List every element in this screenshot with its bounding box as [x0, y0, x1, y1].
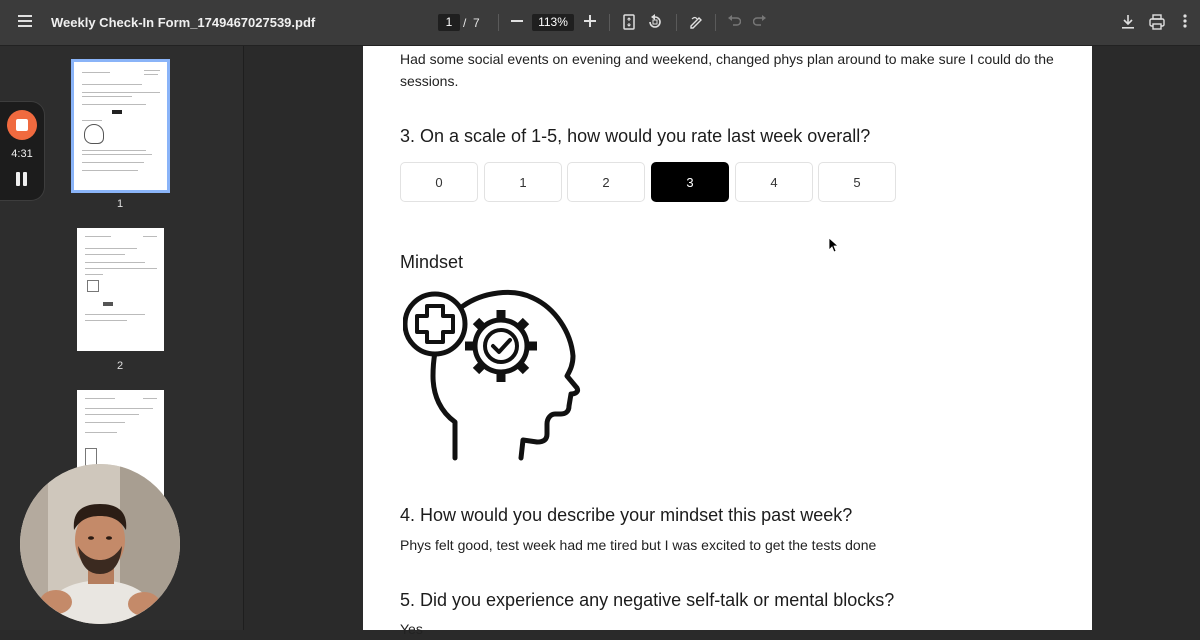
stop-record-icon[interactable]: [7, 110, 37, 140]
mindset-head-gear-icon: [403, 290, 580, 461]
page-number-input[interactable]: 1: [438, 14, 460, 31]
rotate-icon[interactable]: [647, 14, 663, 33]
divider: [676, 14, 677, 31]
mouse-cursor-icon: [828, 237, 838, 253]
thumbnail-label: 2: [117, 360, 124, 372]
divider: [498, 14, 499, 31]
thumb-line: [85, 320, 127, 321]
thumb-line: [85, 432, 117, 433]
pdf-toolbar: Weekly Check-In Form_1749467027539.pdf 1…: [0, 0, 1200, 46]
plus-icon[interactable]: [584, 15, 596, 30]
question-4: 4. How would you describe your mindset t…: [400, 505, 853, 525]
minus-icon[interactable]: [511, 15, 523, 30]
thumb-line: [82, 92, 160, 93]
thumb-line: [143, 398, 157, 399]
thumb-line: [82, 104, 146, 105]
rating-option-1[interactable]: 1: [484, 162, 562, 202]
thumb-mindset-image: [84, 124, 104, 144]
thumb-line: [82, 154, 152, 155]
thumb-line: [82, 84, 142, 85]
thumb-selected-rating: [112, 110, 122, 114]
thumb-line: [82, 96, 132, 97]
answer-5-text: Yes: [400, 621, 423, 637]
thumb-line: [82, 120, 102, 121]
thumb-line: [85, 268, 157, 269]
section-heading-mindset: Mindset: [400, 252, 464, 272]
thumbnail-label: 1: [117, 198, 124, 210]
document-title: Weekly Check-In Form_1749467027539.pdf: [51, 15, 316, 30]
question-5: 5. Did you experience any negative self-…: [400, 590, 895, 610]
answer-2-text: Had some social events on evening and we…: [400, 51, 1054, 89]
pdf-page: Had some social events on evening and we…: [363, 46, 1092, 637]
rating-option-5[interactable]: 5: [818, 162, 896, 202]
thumb-line: [85, 414, 139, 415]
thumb-line: [85, 422, 125, 423]
rating-option-2[interactable]: 2: [567, 162, 645, 202]
undo-icon[interactable]: [727, 15, 742, 30]
more-vertical-icon[interactable]: [1183, 14, 1187, 31]
thumb-line: [85, 398, 115, 399]
annotate-pen-icon[interactable]: [689, 14, 705, 33]
thumb-line: [85, 254, 125, 255]
thumb-line: [144, 74, 158, 75]
thumb-line: [82, 162, 144, 163]
screen-recorder-widget: 4:31: [0, 101, 45, 201]
webcam-person: [20, 464, 180, 624]
redo-icon[interactable]: [752, 15, 767, 30]
page-total: / 7: [463, 16, 480, 30]
rating-option-4[interactable]: 4: [735, 162, 813, 202]
divider: [609, 14, 610, 31]
thumb-line: [82, 150, 146, 151]
thumb-line: [143, 236, 157, 237]
thumb-line: [82, 170, 138, 171]
thumb-line: [85, 274, 103, 275]
rating-option-0[interactable]: 0: [400, 162, 478, 202]
zoom-level-input[interactable]: 113%: [532, 14, 574, 31]
rating-option-3-selected[interactable]: 3: [651, 162, 729, 202]
fit-page-icon[interactable]: [623, 14, 635, 33]
question-3: 3. On a scale of 1-5, how would you rate…: [400, 126, 871, 146]
thumb-line: [85, 248, 137, 249]
thumb-selected-rating: [103, 302, 113, 306]
thumb-image: [87, 280, 99, 292]
divider: [715, 14, 716, 31]
page-thumbnail-2[interactable]: [77, 228, 164, 351]
page-separator: /: [463, 16, 467, 30]
thumb-line: [85, 314, 145, 315]
page-thumbnail-1[interactable]: [71, 59, 170, 193]
total-pages: 7: [473, 16, 480, 30]
thumb-line: [85, 236, 111, 237]
pause-icon[interactable]: [16, 172, 28, 186]
thumb-line: [85, 262, 145, 263]
download-icon[interactable]: [1121, 14, 1135, 33]
thumb-line: [82, 72, 110, 73]
hamburger-menu-icon[interactable]: [18, 15, 32, 30]
recording-timer: 4:31: [11, 148, 33, 160]
answer-4-text: Phys felt good, test week had me tired b…: [400, 537, 877, 553]
thumb-line: [85, 408, 153, 409]
print-icon[interactable]: [1149, 14, 1165, 33]
thumb-line: [144, 70, 160, 71]
